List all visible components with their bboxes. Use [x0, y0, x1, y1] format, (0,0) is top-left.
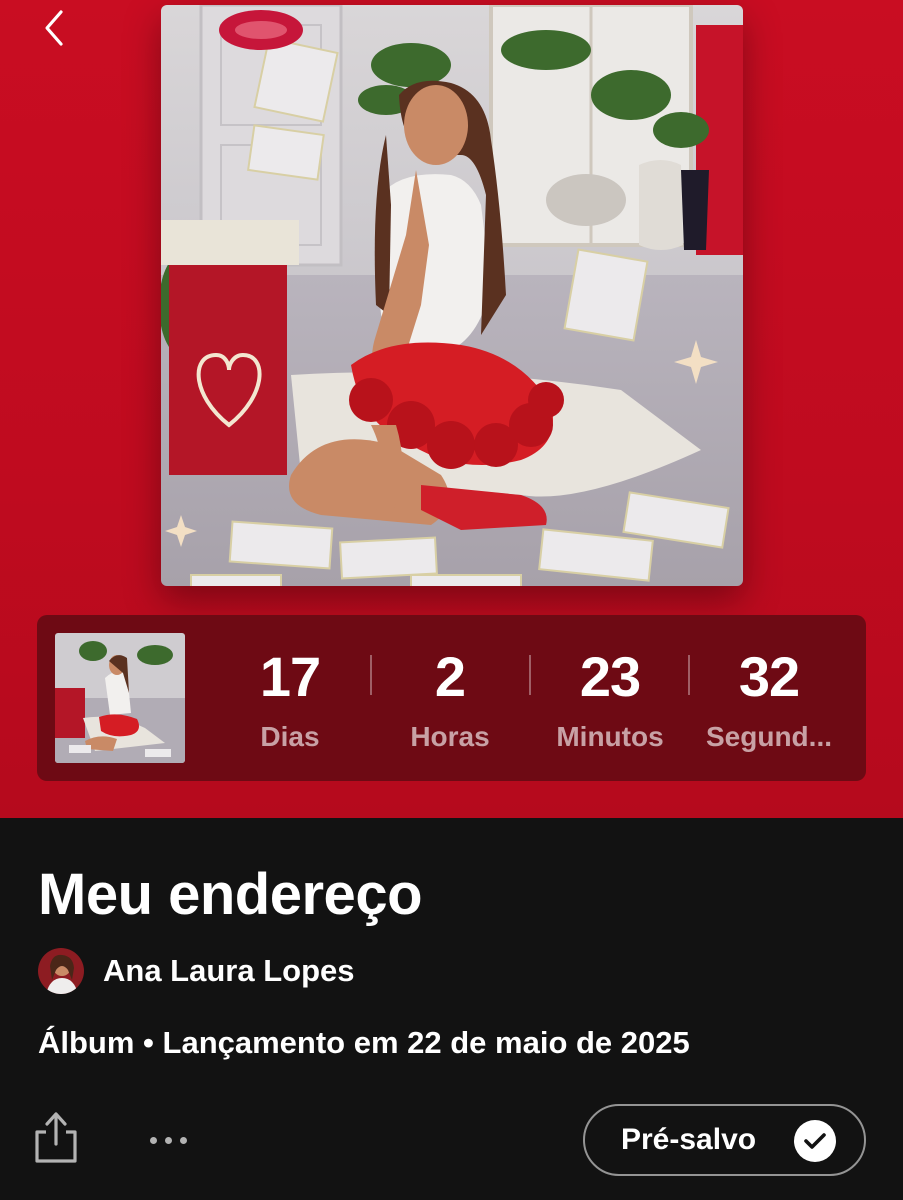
countdown-hours-label: Horas	[410, 721, 490, 752]
countdown-minutes: 23 Minutos	[535, 643, 685, 755]
more-options-button[interactable]	[140, 1122, 196, 1158]
more-options-dot	[164, 1136, 172, 1144]
album-release-info: Álbum • Lançamento em 22 de maio de 2025	[38, 1025, 690, 1060]
countdown-divider	[529, 655, 531, 695]
countdown-minutes-label: Minutos	[556, 721, 664, 752]
countdown-seconds-label: Segund...	[706, 721, 832, 752]
countdown-divider	[370, 655, 372, 695]
countdown-days-value: 17	[259, 645, 321, 708]
countdown-seconds: 32 Segund...	[694, 643, 844, 755]
album-title: Meu endereço	[38, 862, 423, 927]
album-cover-thumbnail	[55, 633, 185, 763]
artist-avatar[interactable]	[38, 948, 84, 994]
album-cover	[161, 5, 743, 586]
countdown-days-label: Dias	[260, 721, 320, 752]
countdown-hours: 2 Horas	[375, 643, 525, 755]
presave-label: Pré-salvo	[621, 1123, 757, 1156]
chevron-left-icon	[45, 10, 63, 46]
presave-button[interactable]: Pré-salvo	[583, 1104, 866, 1176]
check-circle-icon	[794, 1120, 836, 1162]
artist-name[interactable]: Ana Laura Lopes	[103, 951, 355, 991]
share-icon	[35, 1112, 77, 1163]
countdown-minutes-value: 23	[579, 645, 641, 708]
back-button[interactable]	[30, 6, 78, 50]
release-countdown: 17 Dias 2 Horas 23 Minutos 32 Segund...	[37, 615, 866, 781]
album-header: 17 Dias 2 Horas 23 Minutos 32 Segund...	[0, 0, 903, 818]
countdown-hours-value: 2	[434, 645, 466, 708]
more-options-dot	[179, 1136, 187, 1144]
artist-row[interactable]: Ana Laura Lopes	[38, 947, 355, 995]
countdown-divider	[688, 655, 690, 695]
share-button[interactable]	[30, 1110, 82, 1166]
countdown-seconds-value: 32	[738, 645, 800, 708]
countdown-days: 17 Dias	[215, 643, 365, 755]
more-options-icon	[149, 1136, 157, 1144]
